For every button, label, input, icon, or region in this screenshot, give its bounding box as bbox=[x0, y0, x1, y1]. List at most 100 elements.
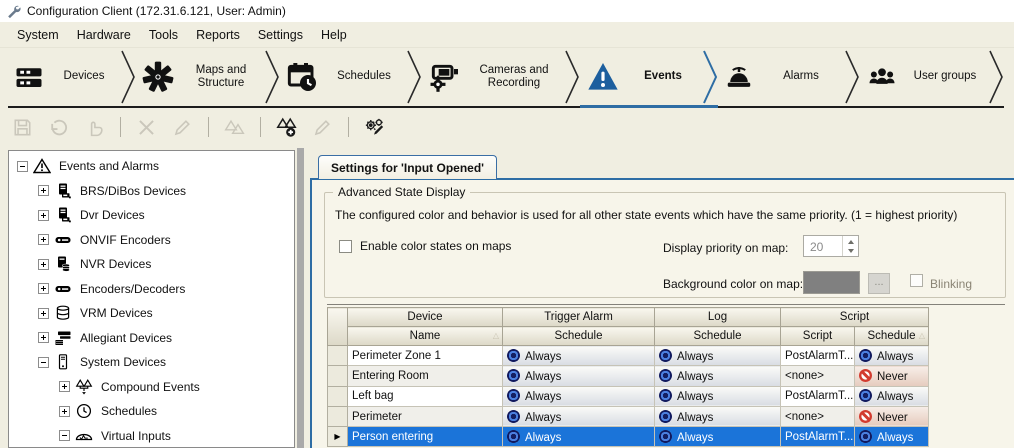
column-header-script-schedule[interactable]: Schedule△ bbox=[855, 327, 929, 346]
table-row-perimeter[interactable]: PerimeterAlwaysAlways<none>Never bbox=[328, 406, 929, 426]
table-row-perimeter-zone-1[interactable]: Perimeter Zone 1AlwaysAlwaysPostAlarmT..… bbox=[328, 346, 929, 366]
tree-item-virtual-inputs[interactable]: Virtual Inputs bbox=[9, 424, 294, 448]
menu-item-reports[interactable]: Reports bbox=[187, 24, 249, 46]
events-button[interactable] bbox=[224, 117, 245, 138]
cell-name[interactable]: Entering Room bbox=[348, 366, 503, 386]
column-header-name[interactable]: Name△ bbox=[348, 327, 503, 346]
edit-script-button[interactable] bbox=[364, 117, 385, 138]
tree-item-allegiant-devices[interactable]: Allegiant Devices bbox=[9, 326, 294, 351]
table-sub-header-row: Name△ScheduleScheduleScriptSchedule△ bbox=[328, 327, 929, 346]
cell-script-schedule[interactable]: Always bbox=[855, 346, 929, 366]
collapse-icon[interactable] bbox=[38, 357, 49, 368]
activate-button[interactable] bbox=[84, 117, 105, 138]
blinking-checkbox[interactable] bbox=[910, 274, 923, 287]
row-selector[interactable] bbox=[328, 366, 348, 386]
cell-trigger-schedule[interactable]: Always bbox=[503, 406, 655, 426]
save-button[interactable] bbox=[12, 117, 33, 138]
expand-icon[interactable] bbox=[38, 332, 49, 343]
edit-compound-event-button[interactable] bbox=[312, 117, 333, 138]
cell-script[interactable]: <none> bbox=[781, 366, 855, 386]
table-row-left-bag[interactable]: Left bagAlwaysAlwaysPostAlarmT...Always bbox=[328, 386, 929, 406]
row-selector[interactable] bbox=[328, 346, 348, 366]
cell-script-schedule[interactable]: Always bbox=[855, 427, 929, 447]
cell-name[interactable]: Person entering bbox=[348, 427, 503, 447]
cell-script[interactable]: PostAlarmT... bbox=[781, 386, 855, 406]
tree-item-schedules[interactable]: Schedules bbox=[9, 399, 294, 424]
expand-icon[interactable] bbox=[59, 381, 70, 392]
tree-item-events-and-alarms[interactable]: Events and Alarms bbox=[9, 154, 294, 179]
column-header-log[interactable]: Log bbox=[655, 308, 781, 327]
nav-tab-events[interactable]: Events bbox=[580, 48, 702, 108]
expand-icon[interactable] bbox=[59, 406, 70, 417]
nav-tab-cameras-and-recording[interactable]: Cameras and Recording bbox=[422, 48, 564, 108]
add-compound-event-button[interactable] bbox=[276, 117, 297, 138]
tree-item-nvr-devices[interactable]: NVR Devices bbox=[9, 252, 294, 277]
column-header-script[interactable]: Script bbox=[781, 308, 929, 327]
cell-script[interactable]: <none> bbox=[781, 406, 855, 426]
cell-log-schedule[interactable]: Always bbox=[655, 386, 781, 406]
nav-tab-user-groups[interactable]: User groups bbox=[860, 48, 988, 108]
cell-name[interactable]: Left bag bbox=[348, 386, 503, 406]
collapse-icon[interactable] bbox=[17, 161, 28, 172]
delete-button[interactable] bbox=[136, 117, 157, 138]
tree-item-compound-events[interactable]: Compound Events bbox=[9, 375, 294, 400]
spinner-down-icon[interactable] bbox=[843, 246, 858, 256]
nav-tab-schedules[interactable]: Schedules bbox=[280, 48, 406, 108]
table-row-entering-room[interactable]: Entering RoomAlwaysAlways<none>Never bbox=[328, 366, 929, 386]
column-header-trigger-alarm[interactable]: Trigger Alarm bbox=[503, 308, 655, 327]
cell-name[interactable]: Perimeter Zone 1 bbox=[348, 346, 503, 366]
cell-script[interactable]: PostAlarmT... bbox=[781, 427, 855, 447]
table-row-person-entering[interactable]: ▶Person enteringAlwaysAlwaysPostAlarmT..… bbox=[328, 427, 929, 447]
cell-script[interactable]: PostAlarmT... bbox=[781, 346, 855, 366]
spinner-up-icon[interactable] bbox=[843, 236, 858, 246]
color-browse-button[interactable]: ... bbox=[868, 273, 890, 294]
menu-item-help[interactable]: Help bbox=[312, 24, 356, 46]
nav-tab-alarms[interactable]: Alarms bbox=[718, 48, 844, 108]
cell-log-schedule[interactable]: Always bbox=[655, 346, 781, 366]
tree-item-vrm-devices[interactable]: VRM Devices bbox=[9, 301, 294, 326]
cell-log-schedule[interactable]: Always bbox=[655, 427, 781, 447]
tree-item-dvr-devices[interactable]: Dvr Devices bbox=[9, 203, 294, 228]
cell-script-schedule[interactable]: Never bbox=[855, 406, 929, 426]
row-selector[interactable]: ▶ bbox=[328, 427, 348, 447]
cell-script-schedule[interactable]: Always bbox=[855, 386, 929, 406]
cell-script-schedule[interactable]: Never bbox=[855, 366, 929, 386]
tree-item-encoders-decoders[interactable]: Encoders/Decoders bbox=[9, 277, 294, 302]
collapse-icon[interactable] bbox=[59, 430, 70, 441]
nav-tab-maps-and-structure[interactable]: Maps and Structure bbox=[136, 48, 264, 108]
cell-trigger-schedule[interactable]: Always bbox=[503, 346, 655, 366]
expand-icon[interactable] bbox=[38, 259, 49, 270]
edit-button[interactable] bbox=[172, 117, 193, 138]
column-header-script-name[interactable]: Script bbox=[781, 327, 855, 346]
undo-button[interactable] bbox=[48, 117, 69, 138]
tree-item-system-devices[interactable]: System Devices bbox=[9, 350, 294, 375]
tree-item-brs-dibos-devices[interactable]: BRS/DiBos Devices bbox=[9, 179, 294, 204]
menu-item-settings[interactable]: Settings bbox=[249, 24, 312, 46]
expand-icon[interactable] bbox=[38, 308, 49, 319]
menu-item-tools[interactable]: Tools bbox=[140, 24, 187, 46]
cell-trigger-schedule[interactable]: Always bbox=[503, 386, 655, 406]
display-priority-spinner[interactable]: 20 bbox=[803, 235, 859, 257]
cell-log-schedule[interactable]: Always bbox=[655, 406, 781, 426]
expand-icon[interactable] bbox=[38, 210, 49, 221]
panel-splitter[interactable] bbox=[297, 148, 304, 448]
expand-icon[interactable] bbox=[38, 283, 49, 294]
column-header-device[interactable]: Device bbox=[348, 308, 503, 327]
cell-log-schedule[interactable]: Always bbox=[655, 366, 781, 386]
expand-icon[interactable] bbox=[38, 185, 49, 196]
enable-color-states-checkbox[interactable] bbox=[339, 240, 352, 253]
cell-trigger-schedule[interactable]: Always bbox=[503, 427, 655, 447]
user-groups-icon bbox=[866, 62, 898, 92]
cell-name[interactable]: Perimeter bbox=[348, 406, 503, 426]
tab-settings-for-input-opened[interactable]: Settings for 'Input Opened' bbox=[318, 155, 497, 179]
menu-item-hardware[interactable]: Hardware bbox=[68, 24, 140, 46]
menu-item-system[interactable]: System bbox=[8, 24, 68, 46]
column-header-trigger-schedule[interactable]: Schedule bbox=[503, 327, 655, 346]
column-header-log-schedule[interactable]: Schedule bbox=[655, 327, 781, 346]
nav-tab-devices[interactable]: Devices bbox=[8, 48, 120, 108]
tree-item-onvif-encoders[interactable]: ONVIF Encoders bbox=[9, 228, 294, 253]
expand-icon[interactable] bbox=[38, 234, 49, 245]
row-selector[interactable] bbox=[328, 406, 348, 426]
row-selector[interactable] bbox=[328, 386, 348, 406]
cell-trigger-schedule[interactable]: Always bbox=[503, 366, 655, 386]
